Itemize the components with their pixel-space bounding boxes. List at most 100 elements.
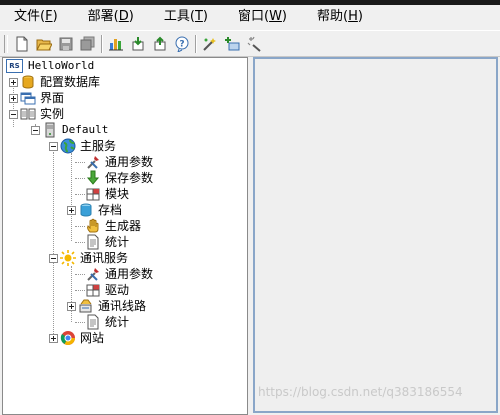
expand-toggle[interactable]	[49, 333, 58, 343]
tree-item-label: 统计	[105, 315, 130, 329]
tree-item-label: 驱动	[105, 283, 130, 297]
tree-item-label: 通用参数	[105, 155, 154, 169]
collapse-toggle[interactable]	[49, 253, 58, 263]
server-icon	[45, 122, 55, 138]
help-icon: ?	[175, 36, 189, 52]
tree-item-cs-general[interactable]: 通用参数	[85, 266, 153, 282]
database-icon	[22, 75, 34, 89]
module-icon	[86, 188, 100, 201]
magic-button[interactable]	[243, 34, 265, 54]
tree-item-label: 网站	[80, 331, 105, 345]
tree-line	[75, 290, 85, 291]
expand-toggle[interactable]	[9, 77, 18, 87]
add-device-button[interactable]	[221, 34, 243, 54]
tree-item-label: Default	[62, 123, 109, 136]
save-icon	[59, 37, 73, 50]
tree-item-label: 模块	[105, 187, 130, 201]
expand-toggle[interactable]	[9, 93, 18, 103]
browser-icon	[60, 331, 75, 345]
tree-root[interactable]: RS HelloWorld	[6, 58, 94, 74]
toolbar: ?	[0, 30, 500, 57]
new-file-button[interactable]	[11, 34, 33, 54]
tree-item-default[interactable]: Default	[31, 122, 108, 138]
new-file-icon	[16, 36, 28, 51]
settings-tools-icon	[87, 156, 99, 169]
save-button[interactable]	[55, 34, 77, 54]
toolbar-grip[interactable]	[4, 34, 8, 53]
menu-file[interactable]: 文件(F)	[0, 5, 58, 29]
tree-item-label: 主服务	[80, 139, 117, 153]
tree-item-cs-lines[interactable]: 通讯线路	[67, 298, 146, 314]
menu-bar: 文件(F) 部署(D) 工具(T) 窗口(W) 帮助(H)	[0, 5, 500, 29]
tree-line	[75, 226, 85, 227]
globe-icon	[60, 138, 76, 154]
menu-tools[interactable]: 工具(T)	[150, 5, 208, 29]
project-name: HelloWorld	[28, 59, 95, 72]
tree-item-ms-save[interactable]: 保存参数	[85, 170, 153, 186]
magic-icon	[247, 36, 261, 52]
tree-item-cs-stats[interactable]: 统计	[85, 314, 129, 330]
help-button[interactable]: ?	[171, 34, 193, 54]
tree-line	[75, 274, 85, 275]
tree-item-label: 存档	[98, 203, 123, 217]
expand-toggle[interactable]	[67, 301, 76, 311]
window-icon	[20, 92, 36, 105]
tree-line	[75, 242, 85, 243]
svg-text:?: ?	[179, 39, 184, 49]
tree-item-ms-archive[interactable]: 存档	[67, 202, 122, 218]
hand-icon	[87, 218, 99, 233]
open-button[interactable]	[33, 34, 55, 54]
import-icon	[132, 36, 144, 50]
wizard-button[interactable]	[199, 34, 221, 54]
comm-line-icon	[79, 299, 92, 313]
tree-item-website[interactable]: 网站	[49, 330, 104, 346]
tree-line	[53, 152, 54, 338]
import-button[interactable]	[127, 34, 149, 54]
tree-item-main-service[interactable]: 主服务	[49, 138, 116, 154]
collapse-toggle[interactable]	[31, 125, 40, 135]
tree-line	[75, 194, 85, 195]
tree-item-ui[interactable]: 界面	[9, 90, 64, 106]
tree-item-label: 界面	[40, 91, 65, 105]
module-icon	[86, 284, 100, 297]
tree-line	[75, 322, 85, 323]
save-all-icon	[80, 36, 95, 50]
download-arrow-icon	[86, 170, 100, 185]
tree-item-label: 统计	[105, 235, 130, 249]
tree-item-ms-stats[interactable]: 统计	[85, 234, 129, 250]
watermark: https://blog.csdn.net/q383186554	[258, 385, 463, 399]
tree-item-ms-generator[interactable]: 生成器	[85, 218, 141, 234]
menu-deploy[interactable]: 部署(D)	[74, 5, 134, 29]
menu-window[interactable]: 窗口(W)	[224, 5, 287, 29]
add-device-icon	[225, 36, 240, 50]
tree-item-instance[interactable]: 实例	[9, 106, 64, 122]
tree-item-label: 通用参数	[105, 267, 154, 281]
workspace-panel[interactable]	[253, 57, 498, 413]
tree-item-config-db[interactable]: 配置数据库	[9, 74, 100, 90]
save-all-button[interactable]	[77, 34, 99, 54]
sun-icon	[60, 250, 76, 266]
panel-splitter[interactable]	[248, 57, 252, 415]
tree-item-label: 通讯线路	[98, 299, 147, 313]
tree-item-cs-driver[interactable]: 驱动	[85, 282, 129, 298]
export-icon	[154, 36, 166, 50]
archive-db-icon	[80, 203, 92, 217]
tree-line	[71, 153, 72, 241]
collapse-toggle[interactable]	[49, 141, 58, 151]
tree-item-comm-service[interactable]: 通讯服务	[49, 250, 128, 266]
tree-item-label: 生成器	[105, 219, 142, 233]
collapse-toggle[interactable]	[9, 109, 18, 119]
export-button[interactable]	[149, 34, 171, 54]
tree-item-ms-module[interactable]: 模块	[85, 186, 129, 202]
bar-chart-icon	[109, 38, 123, 50]
menu-help[interactable]: 帮助(H)	[303, 5, 363, 29]
chart-button[interactable]	[105, 34, 127, 54]
tree-item-label: 配置数据库	[40, 75, 101, 89]
expand-toggle[interactable]	[67, 205, 76, 215]
tree-item-label: 保存参数	[105, 171, 154, 185]
tree-item-ms-general[interactable]: 通用参数	[85, 154, 153, 170]
tree-line	[75, 162, 85, 163]
open-folder-icon	[36, 39, 52, 50]
project-tree[interactable]: RS HelloWorld 配置数据库 界面 实例 Default 主服务 通用…	[2, 57, 248, 415]
tree-item-label: 实例	[40, 107, 65, 121]
